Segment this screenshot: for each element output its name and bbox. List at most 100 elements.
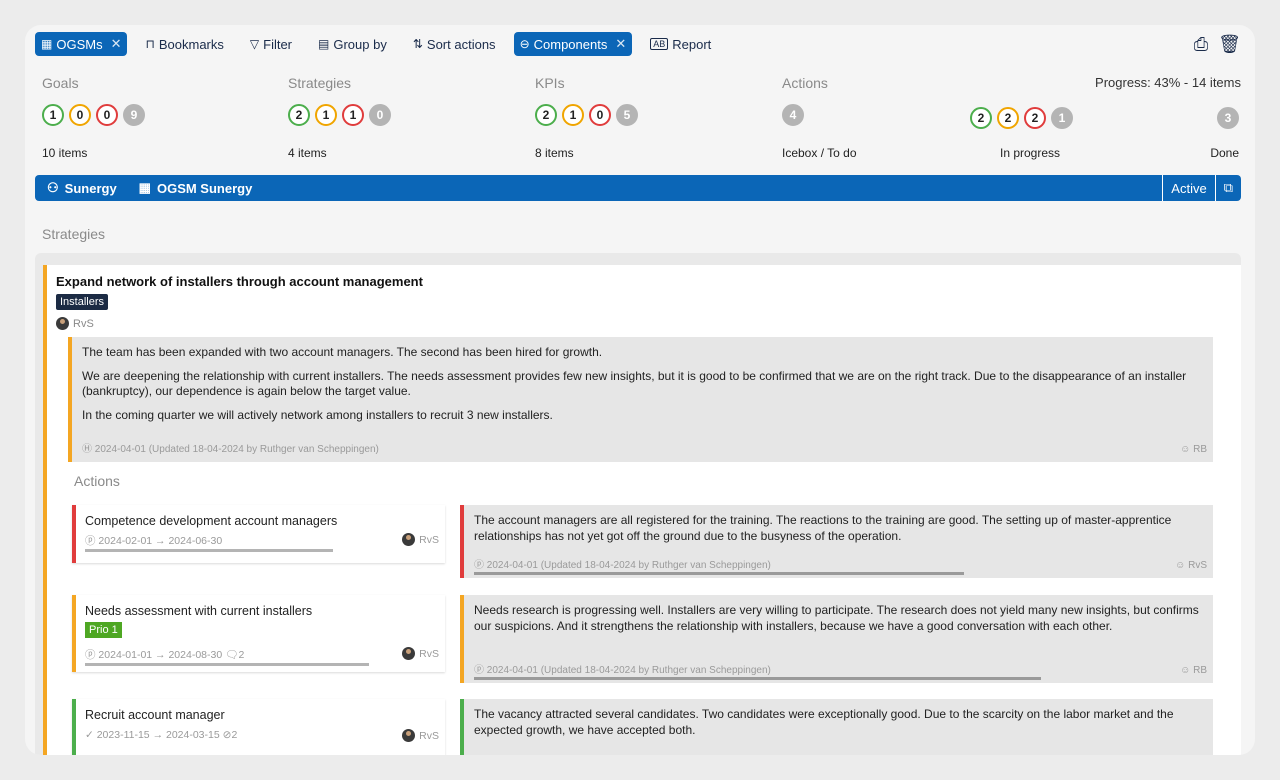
action-dates-text: 2024-02-01 → 2024-06-30 xyxy=(98,535,223,547)
in-progress-at-risk: 2 xyxy=(997,107,1019,129)
note-author: ☺ RvS xyxy=(1175,560,1207,571)
group-by-button[interactable]: ▤ Group by xyxy=(312,32,393,56)
table-icon: ▦ xyxy=(138,180,151,195)
context-bar: ⚇ Sunergy ▦ OGSM Sunergy Active ⧉ xyxy=(35,175,1241,201)
action-progress-bar xyxy=(85,663,369,666)
bookmarks-button[interactable]: ⊓ Bookmarks xyxy=(139,32,229,56)
check-icon: ✓ xyxy=(85,729,97,741)
note-author-initials: RvS xyxy=(1188,560,1207,571)
action-dates: ⓟ 2024-02-01 → 2024-06-30 xyxy=(85,533,222,548)
team-icon: ⚇ xyxy=(47,180,59,195)
copy-icon[interactable]: ⧉ xyxy=(1214,175,1241,201)
action-card[interactable]: Recruit account manager ✓ 2023-11-15 → 2… xyxy=(72,699,445,755)
kpis-no-status: 5 xyxy=(616,104,638,126)
actions-stat[interactable]: Actions 4 Icebox / To do xyxy=(782,75,857,160)
toggle-icon: ⊖ xyxy=(519,37,530,51)
close-icon[interactable]: ✕ xyxy=(111,36,122,52)
goals-off-track: 0 xyxy=(96,104,118,126)
note-paragraph: The account managers are all registered … xyxy=(474,513,1172,543)
table-icon: ▦ xyxy=(41,37,53,51)
owner-initials: RvS xyxy=(419,533,439,546)
user-icon: ☺ xyxy=(1180,444,1194,455)
bookmarks-label: Bookmarks xyxy=(158,36,224,52)
note-meta-text: 2024-04-01 (Updated 18-04-2024 by Ruthge… xyxy=(486,665,771,676)
note-meta: Ⓗ 2024-04-01 (Updated 18-04-2024 by Ruth… xyxy=(82,440,379,455)
avatar xyxy=(402,729,416,742)
in-progress-no-status: 1 xyxy=(1051,107,1073,129)
ogsm-crumb[interactable]: ▦ OGSM Sunergy xyxy=(139,180,253,196)
owner-initials: RvS xyxy=(419,729,439,742)
kpis-at-risk: 1 xyxy=(562,104,584,126)
goals-stat[interactable]: Goals 1 0 0 9 10 items xyxy=(42,75,145,160)
strategies-stat[interactable]: Strategies 2 1 1 0 4 items xyxy=(288,75,391,160)
action-card[interactable]: Competence development account managers … xyxy=(72,505,445,563)
action-card[interactable]: Needs assessment with current installers… xyxy=(72,595,445,672)
note-progress-bar xyxy=(474,572,964,575)
strategies-at-risk: 1 xyxy=(315,104,337,126)
play-icon: ⓟ xyxy=(85,649,99,661)
strategy-card[interactable]: Expand network of installers through acc… xyxy=(43,265,1241,755)
bookmark-icon: ⊓ xyxy=(145,37,155,51)
goals-count: 10 items xyxy=(42,146,88,160)
kpis-stat[interactable]: KPIs 2 1 0 5 8 items xyxy=(535,75,638,160)
comments-icon: 🗨 xyxy=(225,649,239,661)
ogsms-chip[interactable]: ▦ OGSMs ✕ xyxy=(35,32,128,56)
avatar xyxy=(402,647,416,660)
action-owner: RvS xyxy=(402,533,439,546)
report-icon: AB xyxy=(650,38,669,50)
in-progress-stat[interactable]: 2 2 2 1 In progress xyxy=(970,75,1073,160)
history-icon: Ⓗ xyxy=(82,444,95,455)
strategy-note[interactable]: The team has been expanded with two acco… xyxy=(68,337,1213,462)
sort-actions-label: Sort actions xyxy=(426,36,496,52)
actions-label: Actions xyxy=(782,75,828,91)
ogsms-label: OGSMs xyxy=(56,36,103,52)
kpis-label: KPIs xyxy=(535,75,565,91)
note-meta: ⓟ 2024-04-01 (Updated 18-04-2024 by Ruth… xyxy=(474,661,771,676)
note-paragraph: The team has been expanded with two acco… xyxy=(82,345,603,359)
action-dates-text: 2023-11-15 → 2024-03-15 xyxy=(96,729,220,741)
org-crumb[interactable]: ⚇ Sunergy xyxy=(47,180,117,196)
strategy-tag[interactable]: Installers xyxy=(56,294,109,310)
note-progress-bar xyxy=(474,677,1041,680)
note-author-initials: RB xyxy=(1193,665,1207,676)
ogsm-name: OGSM Sunergy xyxy=(156,180,253,196)
sort-actions-button[interactable]: ⇅ Sort actions xyxy=(407,32,502,56)
play-icon: ⓟ xyxy=(474,665,487,676)
filter-icon: ▽ xyxy=(249,37,260,51)
action-note[interactable]: Needs research is progressing well. Inst… xyxy=(460,595,1213,683)
action-dates: ⓟ 2024-01-01 → 2024-08-30 🗨2 xyxy=(85,647,244,662)
print-icon[interactable]: ⎙ xyxy=(1194,34,1208,55)
filter-button[interactable]: ▽ Filter xyxy=(244,32,298,56)
trash-icon[interactable]: 🗑 xyxy=(1218,34,1241,55)
goals-no-status: 9 xyxy=(123,104,145,126)
sort-icon: ⇅ xyxy=(412,37,423,51)
done-label: Done xyxy=(1210,146,1239,160)
action-note[interactable]: The account managers are all registered … xyxy=(460,505,1213,578)
comment-count: 2 xyxy=(238,649,245,661)
kpis-off-track: 0 xyxy=(589,104,611,126)
components-label: Components xyxy=(533,36,608,52)
status-badge[interactable]: Active xyxy=(1162,175,1214,201)
close-icon[interactable]: ✕ xyxy=(615,36,626,52)
done-stat[interactable]: 3 Done xyxy=(1210,75,1239,160)
link-count: 2 xyxy=(231,729,238,741)
priority-tag[interactable]: Prio 1 xyxy=(85,622,122,638)
action-owner: RvS xyxy=(402,647,439,660)
action-dates: ✓ 2023-11-15 → 2024-03-15 ⊘2 xyxy=(85,729,237,741)
action-note[interactable]: The vacancy attracted several candidates… xyxy=(460,699,1213,755)
action-owner: RvS xyxy=(402,729,439,742)
action-title: Recruit account manager xyxy=(85,708,225,722)
avatar xyxy=(56,317,69,330)
user-icon: ☺ xyxy=(1180,665,1194,676)
toolbar: ▦ OGSMs ✕ ⊓ Bookmarks ▽ Filter ▤ Group b… xyxy=(35,32,1241,56)
strategy-owner[interactable]: RvS xyxy=(56,317,94,330)
icebox-label: Icebox / To do xyxy=(782,146,857,160)
play-icon: ⓟ xyxy=(85,535,99,547)
kpis-count: 8 items xyxy=(535,146,574,160)
report-button[interactable]: AB Report xyxy=(644,32,717,56)
strategy-title[interactable]: Expand network of installers through acc… xyxy=(56,274,423,289)
strategies-count: 4 items xyxy=(288,146,327,160)
note-author: ☺ RB xyxy=(1180,444,1207,455)
components-chip[interactable]: ⊖ Components ✕ xyxy=(513,32,633,56)
note-meta: ⓟ 2024-04-01 (Updated 18-04-2024 by Ruth… xyxy=(474,556,771,571)
